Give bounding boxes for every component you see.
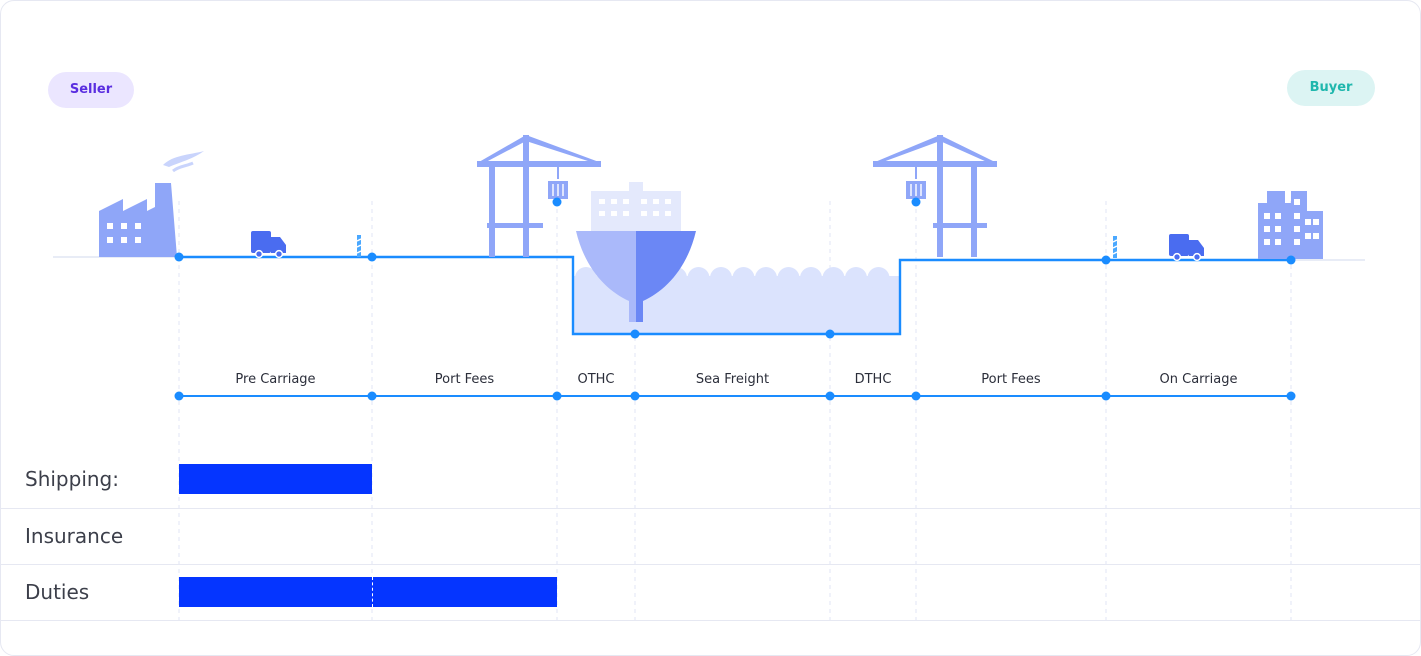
bar-separator [372, 577, 373, 607]
segment-tick [630, 391, 640, 401]
wave [845, 267, 867, 289]
incoterm-diagram-card: Seller Buyer Pre Carriage Port Fees OTHC… [0, 0, 1421, 656]
route-node [174, 252, 184, 262]
row-divider [1, 508, 1420, 509]
route-node [552, 197, 562, 207]
route-node [1101, 255, 1111, 265]
window [1313, 219, 1319, 225]
wave [687, 267, 710, 289]
row-label-duties: Duties [25, 580, 90, 604]
segment-tick [552, 391, 562, 401]
row-divider [1, 564, 1420, 565]
row-label-shipping: Shipping: [25, 467, 119, 491]
wave [732, 267, 755, 289]
container-icon [906, 181, 926, 199]
segment-label: OTHC [577, 372, 614, 387]
truck-icon [251, 231, 286, 259]
segment-label: Sea Freight [696, 372, 769, 387]
segment-tick [1286, 391, 1296, 401]
wave [867, 267, 890, 289]
window [1264, 226, 1270, 232]
window [1305, 219, 1311, 225]
segment-tick [1101, 391, 1111, 401]
factory-icon [99, 151, 204, 257]
route-node [825, 329, 835, 339]
route-node [1286, 255, 1296, 265]
window [1294, 239, 1300, 245]
route-node [367, 252, 377, 262]
route-node [911, 197, 921, 207]
buoy-icon [1112, 236, 1118, 258]
crane-icon [873, 135, 997, 257]
wave [755, 267, 777, 289]
route-node [630, 329, 640, 339]
segment-tick [174, 391, 184, 401]
window [1294, 199, 1300, 205]
wave [822, 267, 845, 289]
segment-guides [178, 201, 1292, 621]
segment-tick [911, 391, 921, 401]
window [1305, 233, 1311, 239]
window [1294, 226, 1300, 232]
window [1275, 239, 1281, 245]
segment-tick [825, 391, 835, 401]
segment-tick [367, 391, 377, 401]
cost-bar [179, 577, 557, 607]
segment-label: DTHC [855, 372, 892, 387]
wave [777, 267, 800, 289]
window [1313, 233, 1319, 239]
wave [710, 267, 732, 289]
window [1264, 213, 1270, 219]
container-icon [548, 181, 568, 199]
window [1264, 239, 1270, 245]
buoy-icon [356, 235, 362, 257]
truck-icon [1169, 234, 1204, 262]
window [1294, 213, 1300, 219]
row-divider [1, 620, 1420, 621]
segment-label: Port Fees [435, 372, 495, 387]
shipping-route-diagram: Pre Carriage Port Fees OTHC Sea Freight DTHC… [53, 135, 1365, 621]
window [1275, 213, 1281, 219]
segment-label: On Carriage [1160, 372, 1238, 387]
wave [800, 267, 822, 289]
segment-label: Port Fees [981, 372, 1041, 387]
cost-bar [179, 464, 372, 494]
row-label-insurance: Insurance [25, 524, 124, 548]
window [1275, 226, 1281, 232]
segment-label: Pre Carriage [235, 372, 315, 387]
